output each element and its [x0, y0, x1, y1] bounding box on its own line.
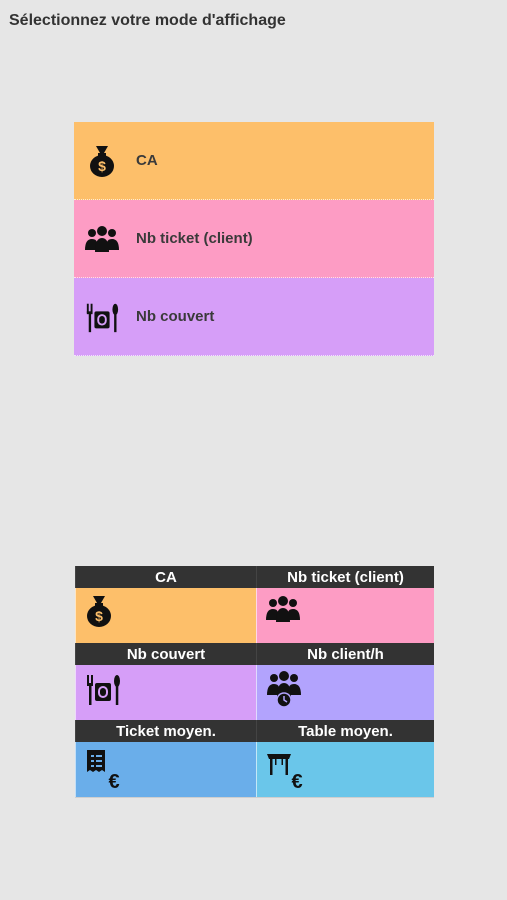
table-euro-icon: € [265, 748, 303, 792]
tile-title: Table moyen. [256, 720, 434, 742]
tile-body: $ [75, 588, 256, 643]
tile-ca[interactable]: CA $ [75, 566, 256, 643]
tile-body [256, 665, 434, 720]
tile-title: CA [75, 566, 256, 588]
tile-ticket-moyen[interactable]: Ticket moyen. € [75, 720, 256, 797]
tile-nb-couvert[interactable]: Nb couvert [75, 643, 256, 720]
tile-title: Ticket moyen. [75, 720, 256, 742]
tile-title: Nb client/h [256, 643, 434, 665]
tile-nb-client-h[interactable]: Nb client/h [256, 643, 434, 720]
receipt-euro-icon: € [84, 748, 120, 792]
mode-item-nb-couvert[interactable]: Nb couvert [74, 278, 434, 356]
tile-body [256, 588, 434, 643]
dining-icon [84, 671, 120, 707]
tile-table-moyen[interactable]: Table moyen. € [256, 720, 434, 797]
svg-text:$: $ [95, 608, 103, 624]
page-title: Sélectionnez votre mode d'affichage [9, 12, 286, 29]
group-icon [84, 221, 120, 257]
money-bag-icon: $ [84, 143, 120, 179]
dining-icon [84, 299, 120, 335]
mode-item-nb-ticket[interactable]: Nb ticket (client) [74, 200, 434, 278]
tile-title: Nb couvert [75, 643, 256, 665]
group-clock-icon [265, 671, 301, 708]
svg-text:€: € [291, 771, 302, 792]
group-icon [265, 594, 301, 630]
tile-body [75, 665, 256, 720]
tile-body: € [75, 742, 256, 797]
mode-label: Nb couvert [136, 308, 215, 325]
mode-item-ca[interactable]: $ CA [74, 122, 434, 200]
tile-nb-ticket[interactable]: Nb ticket (client) [256, 566, 434, 643]
svg-text:$: $ [98, 158, 106, 174]
tile-grid: CA $ Nb ticket (client) Nb couvert Nb cl… [75, 566, 434, 798]
svg-text:€: € [108, 771, 119, 792]
mode-label: CA [136, 152, 158, 169]
mode-list: $ CA Nb ticket (client) Nb couvert [74, 122, 434, 356]
tile-body: € [256, 742, 434, 797]
money-bag-icon: $ [84, 594, 120, 630]
tile-title: Nb ticket (client) [256, 566, 434, 588]
mode-label: Nb ticket (client) [136, 230, 253, 247]
